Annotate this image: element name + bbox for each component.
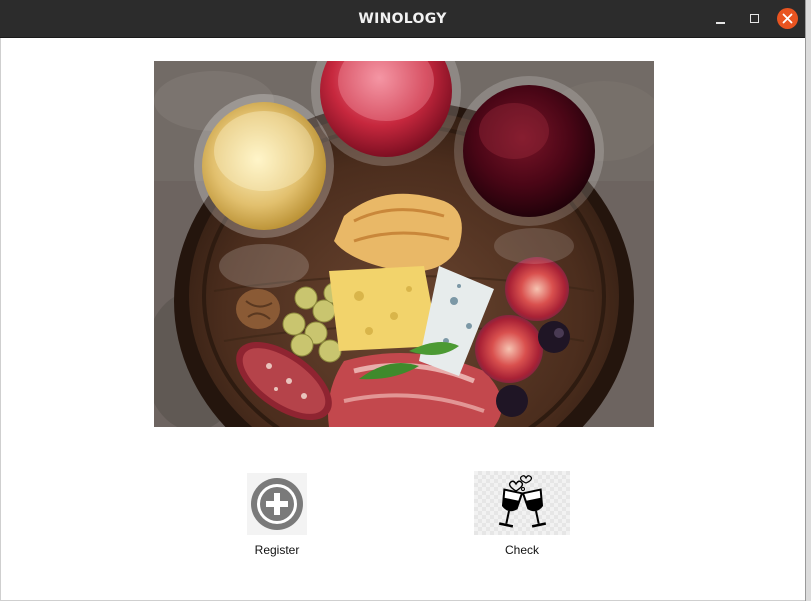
window-title: WINOLOGY (358, 11, 447, 27)
minimize-icon[interactable] (711, 9, 731, 29)
wine-and-cheese-photo (154, 61, 654, 427)
maximize-icon[interactable] (744, 9, 764, 29)
desktop-background (805, 0, 811, 601)
check-label: Check (504, 543, 539, 557)
title-bar: WINOLOGY (0, 0, 805, 38)
close-icon[interactable] (777, 8, 798, 29)
wine-glasses-cheers-icon (474, 471, 570, 535)
register-label: Register (254, 543, 300, 557)
register-button[interactable]: Register (227, 470, 327, 560)
check-button[interactable]: Check (472, 470, 572, 560)
plus-circle-icon (247, 473, 307, 535)
